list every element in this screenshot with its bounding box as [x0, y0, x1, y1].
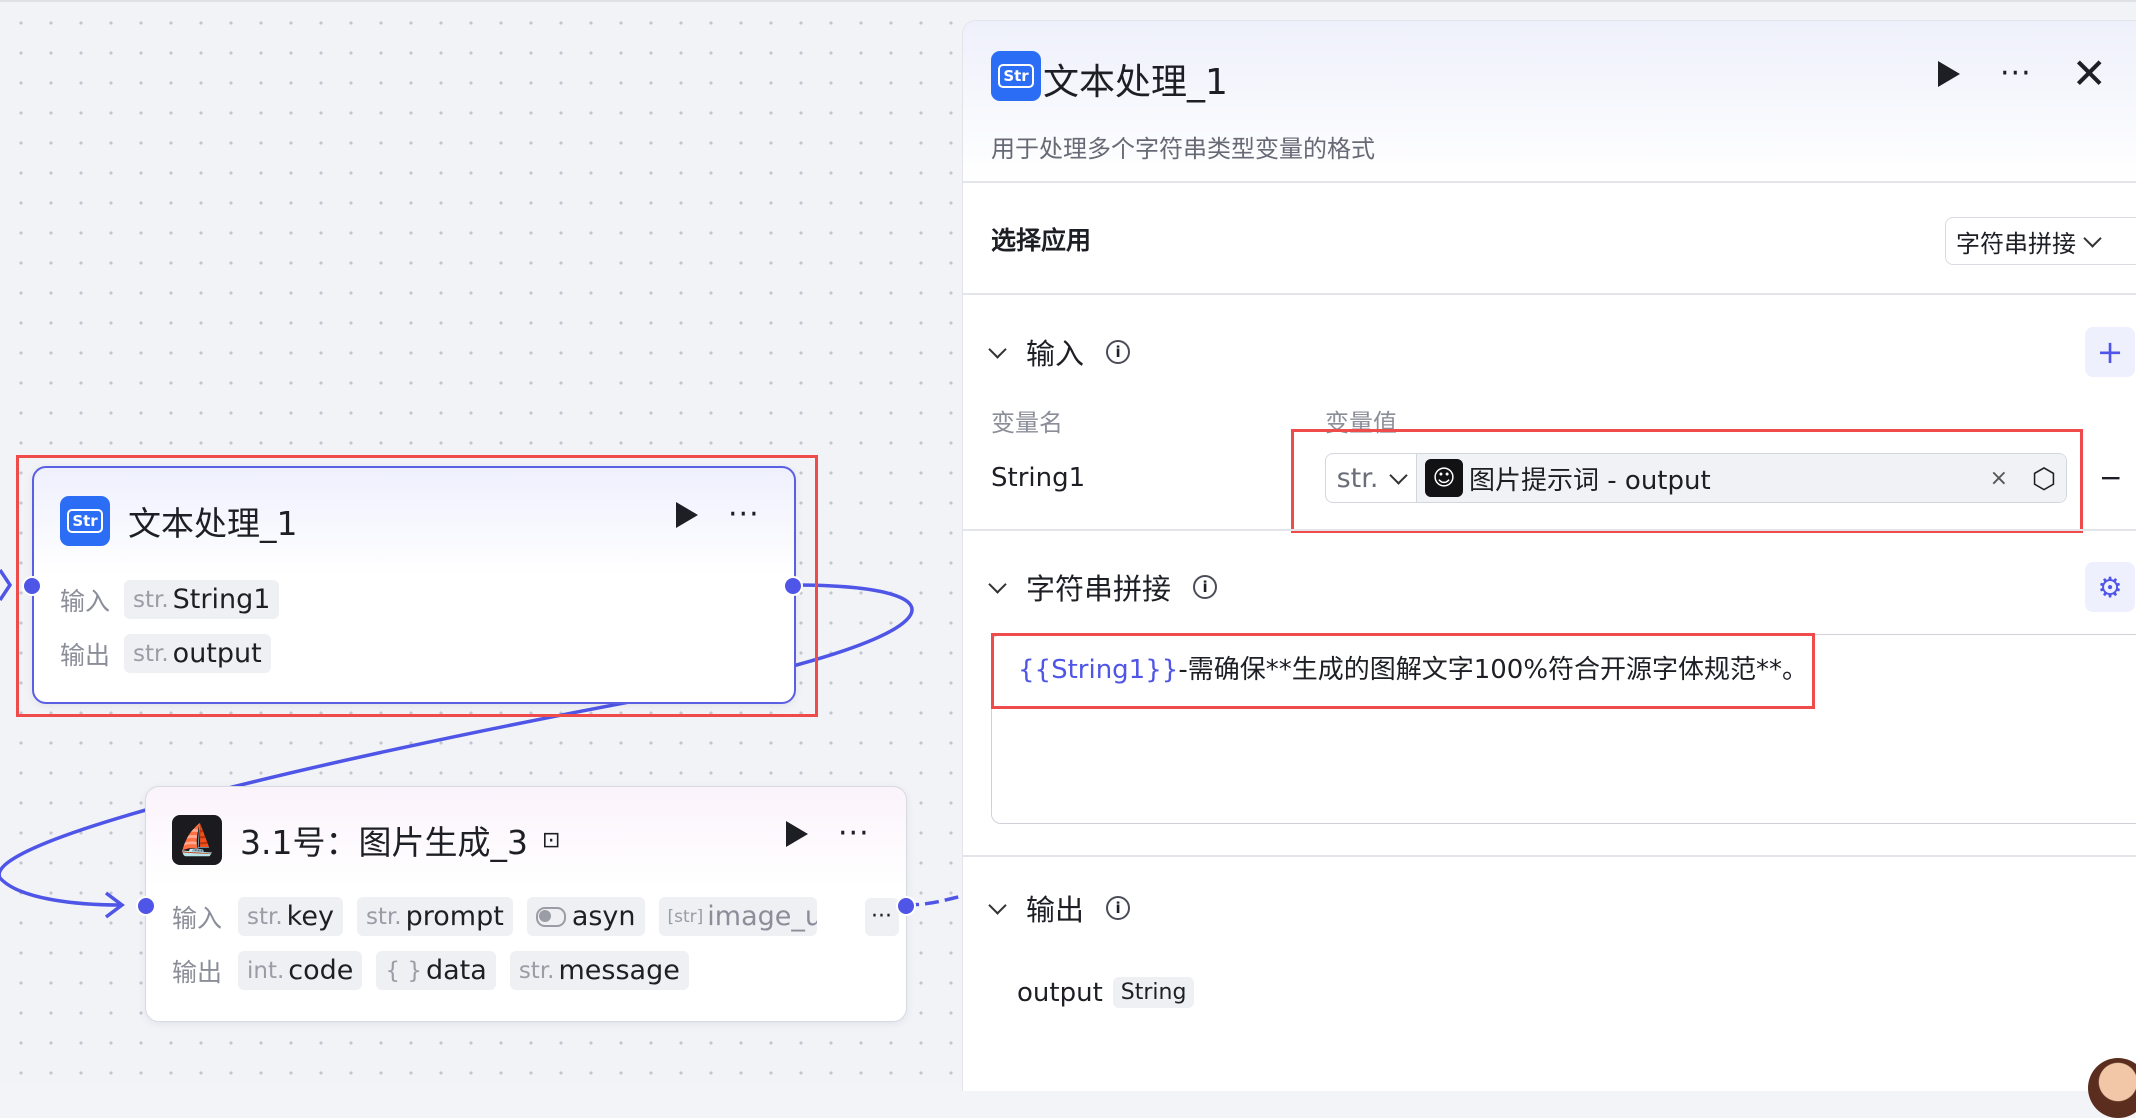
divider [963, 855, 2136, 857]
concat-settings-button[interactable]: ⚙ [2085, 562, 2135, 612]
more-icon[interactable]: ··· [728, 500, 760, 530]
highlight-template [991, 633, 1815, 709]
str-plugin-icon: Str [991, 51, 1041, 101]
var-reference[interactable]: ☺ 图片提示词 - output × [1417, 454, 2022, 502]
node2-output-port[interactable] [896, 896, 916, 916]
concat-section-header[interactable]: 字符串拼接 i [988, 566, 1218, 608]
output-section-title: 输出 [1026, 893, 1085, 927]
info-icon[interactable]: i [1193, 575, 1218, 599]
close-icon[interactable]: ✕ [2072, 53, 2107, 95]
add-variable-button[interactable]: + [2085, 327, 2135, 377]
chevron-down-icon [988, 574, 1007, 594]
output-tag-output: str. output [124, 634, 271, 673]
divider [963, 181, 2136, 183]
more-icon[interactable]: ··· [838, 819, 870, 849]
plugin-badge-icon: ⊡ [541, 827, 561, 853]
input-label: 输入 [172, 903, 223, 933]
run-icon[interactable] [1938, 61, 1960, 87]
panel-title[interactable]: 文本处理_1 [1043, 53, 1228, 105]
chevron-down-icon [988, 895, 1007, 915]
node2-title: 3.1号：图片生成_3 [240, 823, 528, 862]
node1-output-port[interactable] [783, 576, 803, 596]
node2-header: ⛵ 3.1号：图片生成_3 ⊡ [172, 815, 560, 865]
input-tag-string1: str. String1 [124, 580, 280, 619]
settings-hex-icon[interactable]: ⬡ [2022, 454, 2066, 502]
play-icon[interactable] [786, 821, 808, 847]
str-plugin-icon: Str [60, 496, 110, 546]
node1-actions: ··· [676, 500, 760, 530]
output-section-header[interactable]: 输出 i [988, 887, 1131, 929]
node-image-gen-3[interactable]: ⛵ 3.1号：图片生成_3 ⊡ ··· 输入 str. key str. promp… [145, 786, 907, 1022]
info-icon[interactable]: i [1106, 340, 1131, 364]
panel-actions: ··· ✕ [1938, 53, 2107, 95]
var-ref-text: 图片提示词 - output [1469, 465, 1711, 496]
chevron-down-icon [1389, 465, 1409, 485]
output-tag-code: int. code [238, 951, 363, 990]
select-app-label: 选择应用 [991, 226, 1092, 255]
input-section-title: 输入 [1026, 337, 1085, 371]
input-label: 输入 [60, 586, 111, 616]
input-tag-prompt: str. prompt [356, 897, 513, 936]
node-config-panel: Str 文本处理_1 ··· ✕ 用于处理多个字符串类型变量的格式 选择应用 字… [962, 20, 2136, 1091]
play-icon[interactable] [676, 502, 698, 528]
image-gen-icon: ⛵ [172, 815, 222, 865]
avatar[interactable] [2088, 1058, 2136, 1118]
node1-input-row: 输入 str. String1 [60, 580, 280, 619]
var-value-input[interactable]: str. ☺ 图片提示词 - output × ⬡ [1325, 453, 2067, 503]
node2-output-row: 输出 int. code { } data str. message [172, 951, 689, 990]
col-var-name: 变量名 [991, 409, 1063, 437]
var-type-select[interactable]: str. [1326, 454, 1417, 502]
gear-icon: ⚙ [2097, 570, 2123, 604]
panel-description: 用于处理多个字符串类型变量的格式 [991, 135, 1375, 163]
chevron-down-icon [2083, 228, 2102, 248]
remove-variable-button[interactable]: − [2099, 461, 2122, 494]
input-tag-key: str. key [238, 897, 343, 936]
divider [963, 293, 2136, 295]
node2-actions: ··· [786, 819, 870, 849]
edge-incoming-node1 [0, 569, 13, 601]
select-app-value: 字符串拼接 [1956, 229, 2076, 258]
node1-output-row: 输出 str. output [60, 634, 271, 673]
output-var-name: output [1017, 977, 1103, 1008]
node1-title: 文本处理_1 [128, 504, 298, 543]
node2-input-port[interactable] [136, 896, 156, 916]
output-label: 输出 [172, 957, 223, 987]
info-icon[interactable]: i [1106, 896, 1131, 920]
node2-input-row: 输入 str.key str.prompt asyn [str]image_ur… [172, 897, 899, 936]
var-name-string1: String1 [991, 463, 1086, 493]
more-inputs-button[interactable]: ··· [864, 897, 899, 936]
input-tag-asyn: asyn [526, 897, 645, 936]
node1-header: Str 文本处理_1 [60, 496, 298, 546]
toggle-icon [535, 906, 566, 927]
output-label: 输出 [60, 640, 111, 670]
divider [963, 529, 2136, 531]
output-tag-data: { } data [376, 951, 496, 990]
output-var-type: String [1112, 977, 1195, 1008]
select-app-dropdown[interactable]: 字符串拼接 [1945, 217, 2136, 265]
output-tag-message: str. message [509, 951, 689, 990]
input-section-header[interactable]: 输入 i [988, 331, 1131, 373]
image-prompt-node-icon: ☺ [1425, 459, 1463, 497]
chevron-down-icon [988, 339, 1007, 359]
output-var: output String [1017, 977, 1195, 1008]
input-tag-image-url: [str]image_url [658, 897, 817, 936]
concat-section-title: 字符串拼接 [1026, 572, 1172, 606]
more-icon[interactable]: ··· [2000, 59, 2032, 89]
clear-icon[interactable]: × [1990, 466, 2008, 491]
node-text-processing-1[interactable]: Str 文本处理_1 ··· 输入 str. String1 输出 str. out… [32, 466, 796, 704]
node1-input-port[interactable] [22, 576, 42, 596]
